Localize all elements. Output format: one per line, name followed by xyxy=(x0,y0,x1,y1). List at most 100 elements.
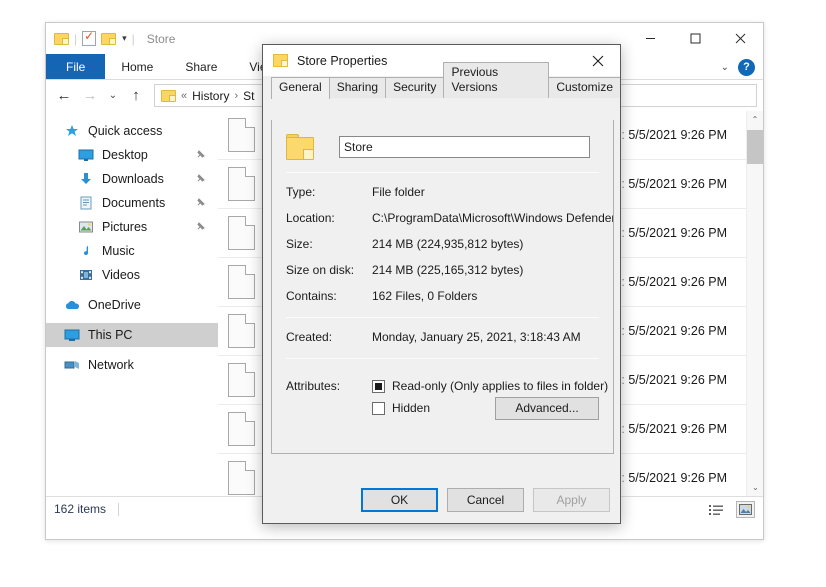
file-icon xyxy=(228,265,255,299)
sidebar-item-this-pc[interactable]: This PC xyxy=(46,323,218,347)
ok-button[interactable]: OK xyxy=(361,488,438,512)
attributes-section: Attributes: Read-only (Only applies to f… xyxy=(272,375,613,419)
pin-icon[interactable] xyxy=(196,221,206,234)
property-label: Size: xyxy=(286,237,372,251)
advanced-button[interactable]: Advanced... xyxy=(495,397,599,420)
sidebar-item-downloads[interactable]: Downloads xyxy=(46,167,218,191)
divider xyxy=(286,172,599,173)
scroll-up-icon[interactable]: ⌃ xyxy=(747,111,763,128)
breadcrumb-folder-icon xyxy=(161,90,176,102)
sidebar-item-label: Quick access xyxy=(88,124,162,138)
properties-icon[interactable] xyxy=(82,31,96,46)
up-button[interactable]: ↑ xyxy=(124,84,148,108)
music-icon xyxy=(78,244,94,258)
window-title: Store xyxy=(147,32,176,46)
onedrive-icon xyxy=(64,298,80,312)
dialog-tabs: General Sharing Security Previous Versio… xyxy=(263,76,620,98)
row-meta: d: 5/5/2021 9:26 PM xyxy=(614,373,763,387)
star-icon xyxy=(64,124,80,138)
tab-sharing[interactable]: Sharing xyxy=(329,77,386,98)
readonly-row[interactable]: Read-only (Only applies to files in fold… xyxy=(372,375,613,397)
folder-name-input[interactable] xyxy=(339,136,590,158)
sidebar-item-quick-access[interactable]: Quick access xyxy=(46,119,218,143)
help-icon[interactable]: ? xyxy=(738,59,755,76)
view-toggles xyxy=(707,497,755,522)
sidebar-item-desktop[interactable]: Desktop xyxy=(46,143,218,167)
row-date: 5/5/2021 9:26 PM xyxy=(628,324,727,338)
status-divider xyxy=(118,503,119,516)
row-meta: d: 5/5/2021 9:26 PM xyxy=(614,177,763,191)
breadcrumb-overflow[interactable]: « xyxy=(181,90,187,102)
recent-locations-button[interactable]: ⌄ xyxy=(104,84,122,108)
property-label: Location: xyxy=(286,211,372,225)
vertical-scrollbar[interactable]: ⌃ ⌄ xyxy=(746,111,763,496)
readonly-checkbox[interactable] xyxy=(372,380,385,393)
sidebar-item-onedrive[interactable]: OneDrive xyxy=(46,293,218,317)
sidebar-item-documents[interactable]: Documents xyxy=(46,191,218,215)
chevron-right-icon[interactable]: › xyxy=(234,90,238,102)
details-view-button[interactable] xyxy=(707,501,726,518)
dialog-buttons: OK Cancel Apply xyxy=(361,488,610,512)
row-date: 5/5/2021 9:26 PM xyxy=(628,226,727,240)
file-icon xyxy=(228,461,255,495)
downloads-icon xyxy=(78,172,94,186)
desktop-icon xyxy=(78,148,94,162)
folder-icon xyxy=(273,54,288,67)
chevron-down-icon[interactable]: ⌄ xyxy=(721,62,729,73)
sidebar-item-label: Pictures xyxy=(102,220,147,234)
network-icon xyxy=(64,358,80,372)
attributes-list: Read-only (Only applies to files in fold… xyxy=(372,375,613,419)
sidebar-item-label: OneDrive xyxy=(88,298,141,312)
forward-button[interactable]: → xyxy=(78,84,102,108)
apply-button[interactable]: Apply xyxy=(533,488,610,512)
maximize-button[interactable] xyxy=(673,23,718,54)
minimize-button[interactable] xyxy=(628,23,673,54)
row-meta: d: 5/5/2021 9:26 PM xyxy=(614,422,763,436)
divider xyxy=(286,317,599,318)
folder-icon[interactable] xyxy=(54,33,69,45)
file-icon xyxy=(228,314,255,348)
tab-general[interactable]: General xyxy=(271,77,330,99)
property-label: Size on disk: xyxy=(286,263,372,277)
customize-dropdown-icon[interactable]: ▾ xyxy=(122,34,127,43)
cancel-button[interactable]: Cancel xyxy=(447,488,524,512)
sidebar-item-network[interactable]: Network xyxy=(46,353,218,377)
scrollbar-thumb[interactable] xyxy=(747,130,763,164)
large-icons-view-button[interactable] xyxy=(736,501,755,518)
sidebar-item-label: Documents xyxy=(102,196,165,210)
row-date: 5/5/2021 9:26 PM xyxy=(628,471,727,485)
sidebar-item-videos[interactable]: Videos xyxy=(46,263,218,287)
scroll-down-icon[interactable]: ⌄ xyxy=(747,479,763,496)
new-folder-icon[interactable] xyxy=(101,33,116,45)
tab-share[interactable]: Share xyxy=(169,54,233,79)
sidebar-item-music[interactable]: Music xyxy=(46,239,218,263)
pin-icon[interactable] xyxy=(196,197,206,210)
property-value: 214 MB (225,165,312 bytes) xyxy=(372,263,523,277)
row-meta: d: 5/5/2021 9:26 PM xyxy=(614,226,763,240)
tab-security[interactable]: Security xyxy=(385,77,444,98)
back-button[interactable]: ← xyxy=(52,84,76,108)
tab-home[interactable]: Home xyxy=(105,54,169,79)
quick-access-toolbar: | ▾ | Store xyxy=(54,31,175,46)
sidebar-item-label: This PC xyxy=(88,328,132,342)
file-icon xyxy=(228,412,255,446)
tab-previous-versions[interactable]: Previous Versions xyxy=(443,62,549,98)
sidebar-item-pictures[interactable]: Pictures xyxy=(46,215,218,239)
toolbar-divider-2: | xyxy=(132,32,135,46)
tab-file[interactable]: File xyxy=(46,54,105,79)
hidden-row[interactable]: Hidden Advanced... xyxy=(372,397,613,419)
breadcrumb-item-history[interactable]: History xyxy=(192,89,229,103)
close-button[interactable] xyxy=(718,23,763,54)
window-controls xyxy=(628,23,763,54)
hidden-checkbox[interactable] xyxy=(372,402,385,415)
property-label: Type: xyxy=(286,185,372,199)
pin-icon[interactable] xyxy=(196,173,206,186)
divider xyxy=(286,358,599,359)
tab-customize[interactable]: Customize xyxy=(548,77,621,98)
breadcrumb-item-store[interactable]: St xyxy=(243,89,254,103)
pin-icon[interactable] xyxy=(196,149,206,162)
dialog-close-button[interactable] xyxy=(575,45,620,76)
sidebar-item-label: Music xyxy=(102,244,135,258)
dialog-title: Store Properties xyxy=(297,54,387,68)
sidebar-item-label: Downloads xyxy=(102,172,164,186)
